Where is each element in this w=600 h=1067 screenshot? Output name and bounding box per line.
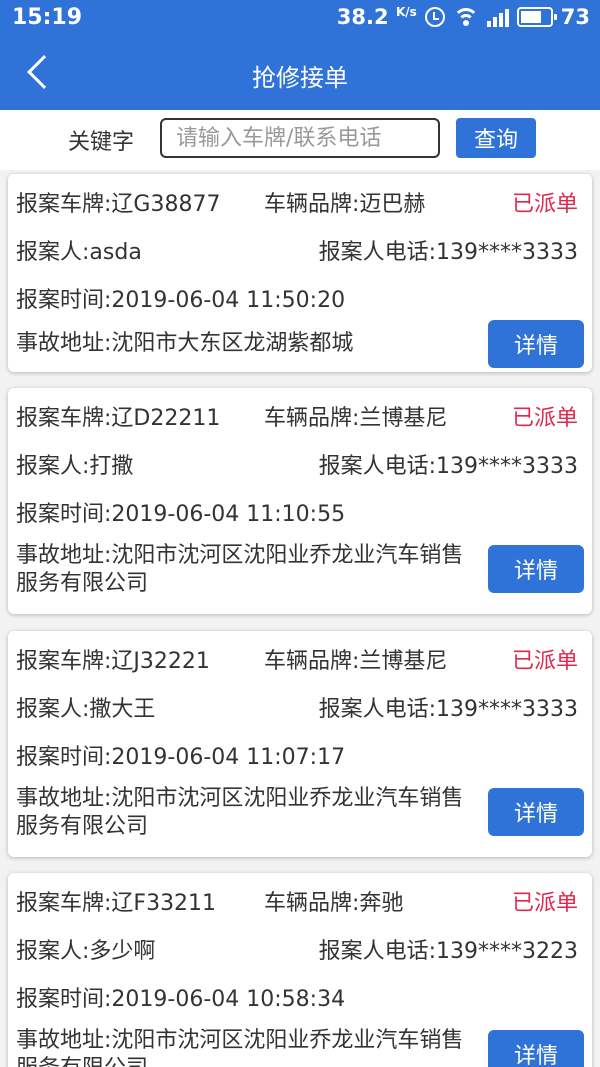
detail-button[interactable]: 详情	[488, 545, 584, 593]
order-brand: 车辆品牌:兰博基尼	[264, 649, 448, 674]
order-address: 事故地址:沈阳市沈河区沈阳业乔龙业汽车销售服务有限公司	[16, 543, 464, 596]
order-reporter: 报案人:asda	[16, 240, 142, 265]
order-brand: 车辆品牌:兰博基尼	[264, 406, 448, 431]
page-title: 抢修接单	[252, 64, 348, 92]
order-phone: 报案人电话:139****3333	[318, 697, 578, 722]
order-address: 事故地址:沈阳市大东区龙湖紫都城	[16, 331, 354, 356]
order-brand: 车辆品牌:迈巴赫	[264, 192, 426, 217]
order-status-badge: 已派单	[511, 192, 578, 217]
order-plate: 报案车牌:辽D22211	[16, 406, 221, 431]
status-time: 15:19	[12, 5, 83, 30]
order-plate: 报案车牌:辽G38877	[16, 192, 221, 217]
order-address: 事故地址:沈阳市沈河区沈阳业乔龙业汽车销售服务有限公司	[16, 1028, 464, 1067]
order-time: 报案时间:2019-06-04 11:10:55	[16, 502, 346, 527]
order-phone: 报案人电话:139****3333	[318, 454, 578, 479]
order-list: 报案车牌:辽G38877 车辆品牌:迈巴赫 已派单 报案人:asda 报案人电话…	[0, 170, 600, 1067]
order-brand: 车辆品牌:奔驰	[264, 891, 404, 916]
order-phone: 报案人电话:139****3223	[318, 939, 578, 964]
search-label: 关键字	[68, 130, 135, 155]
order-status-badge: 已派单	[511, 649, 578, 674]
order-reporter: 报案人:打撒	[16, 454, 134, 479]
order-phone: 报案人电话:139****3333	[318, 240, 578, 265]
order-time: 报案时间:2019-06-04 11:07:17	[16, 745, 346, 770]
wifi-icon	[452, 6, 479, 28]
search-input[interactable]	[160, 118, 440, 158]
detail-button[interactable]: 详情	[488, 320, 584, 368]
order-reporter: 报案人:撒大王	[16, 697, 156, 722]
search-bar: 关键字 查询	[0, 110, 600, 170]
order-card: 报案车牌:辽G38877 车辆品牌:迈巴赫 已派单 报案人:asda 报案人电话…	[8, 174, 592, 372]
order-reporter: 报案人:多少啊	[16, 939, 156, 964]
alarm-icon	[424, 7, 445, 27]
order-plate: 报案车牌:辽F33211	[16, 891, 217, 916]
order-status-badge: 已派单	[511, 406, 578, 431]
network-speed-value: 38.2	[336, 5, 389, 29]
network-speed-unit: K/s	[395, 5, 417, 19]
search-button[interactable]: 查询	[456, 118, 536, 158]
order-card: 报案车牌:辽D22211 车辆品牌:兰博基尼 已派单 报案人:打撒 报案人电话:…	[8, 388, 592, 614]
title-bar: 抢修接单	[0, 38, 600, 110]
status-indicators: 38.2 K/s 73	[337, 5, 590, 29]
order-time: 报案时间:2019-06-04 11:50:20	[16, 288, 346, 313]
signal-icon	[486, 7, 509, 27]
battery-icon	[516, 7, 557, 27]
order-status-badge: 已派单	[511, 891, 578, 916]
detail-button[interactable]: 详情	[488, 1030, 584, 1067]
order-address: 事故地址:沈阳市沈河区沈阳业乔龙业汽车销售服务有限公司	[16, 786, 464, 839]
order-time: 报案时间:2019-06-04 10:58:34	[16, 987, 346, 1012]
order-plate: 报案车牌:辽J32221	[16, 649, 210, 674]
status-bar: 15:19 38.2 K/s 73	[0, 0, 600, 38]
network-speed: 38.2 K/s	[337, 5, 417, 29]
detail-button[interactable]: 详情	[488, 788, 584, 836]
order-card: 报案车牌:辽F33211 车辆品牌:奔驰 已派单 报案人:多少啊 报案人电话:1…	[8, 873, 592, 1067]
order-card: 报案车牌:辽J32221 车辆品牌:兰博基尼 已派单 报案人:撒大王 报案人电话…	[8, 631, 592, 857]
battery-level: 73	[560, 5, 590, 29]
